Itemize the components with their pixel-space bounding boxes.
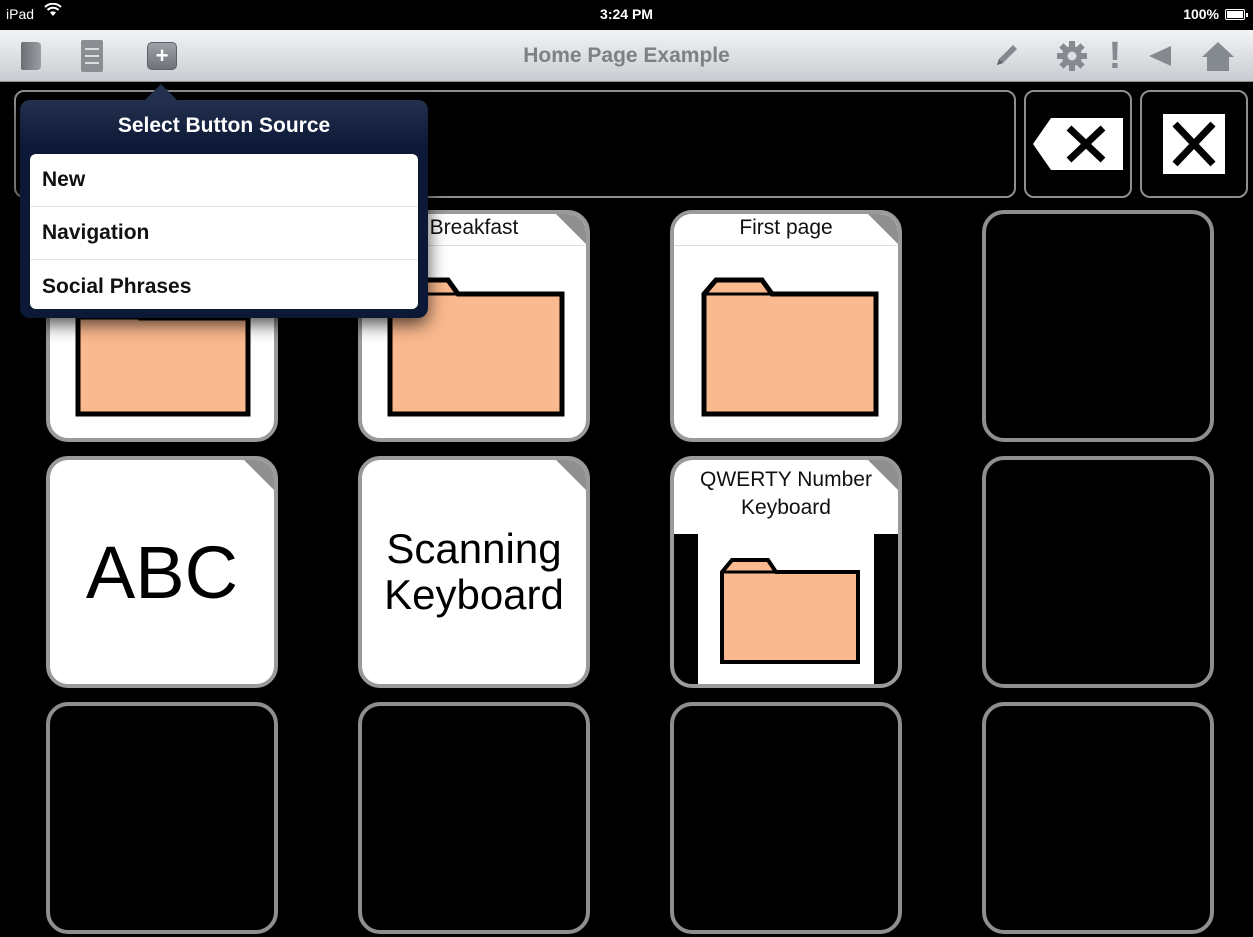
battery-percent: 100% <box>1183 6 1219 22</box>
grid-button-empty[interactable] <box>982 210 1214 442</box>
select-button-source-popover: Select Button Source New Navigation Soci… <box>20 84 428 318</box>
grid-button-label: QWERTY Number Keyboard <box>674 460 898 534</box>
gear-icon[interactable] <box>1052 38 1092 74</box>
battery-icon <box>1225 9 1248 20</box>
grid-button-scanning-keyboard[interactable]: Scanning Keyboard <box>358 456 590 688</box>
grid-button-label: ABC <box>85 530 239 614</box>
back-arrow-icon[interactable] <box>1140 38 1180 74</box>
corner-fold <box>868 214 898 244</box>
grid-button-empty[interactable] <box>46 702 278 934</box>
popover-title: Select Button Source <box>117 114 331 137</box>
folder-icon <box>700 276 880 418</box>
grid-button-label: First page <box>674 214 898 246</box>
corner-fold <box>868 460 898 490</box>
clear-button[interactable] <box>1140 90 1248 198</box>
status-bar: iPad 3:24 PM 100% <box>0 0 1253 30</box>
backspace-button[interactable] <box>1024 90 1132 198</box>
grid-button-empty[interactable] <box>982 456 1214 688</box>
corner-fold <box>244 460 274 490</box>
close-icon <box>1163 114 1225 174</box>
folder-icon <box>718 556 862 666</box>
corner-fold <box>556 460 586 490</box>
menu-item-navigation[interactable]: Navigation <box>30 207 418 260</box>
corner-fold <box>556 214 586 244</box>
menu-item-new[interactable]: New <box>30 154 418 207</box>
grid-button-empty[interactable] <box>982 702 1214 934</box>
grid-button-abc[interactable]: ABC <box>46 456 278 688</box>
grid-button-empty[interactable] <box>358 702 590 934</box>
toolbar: + Home Page Example ! <box>0 30 1253 82</box>
grid-button-empty[interactable] <box>670 702 902 934</box>
exclamation-icon[interactable]: ! <box>1100 35 1130 77</box>
pencil-icon[interactable] <box>986 38 1026 74</box>
home-icon[interactable] <box>1196 38 1240 74</box>
backspace-icon <box>1033 118 1123 170</box>
grid-button-qwerty-number-keyboard[interactable]: QWERTY Number Keyboard <box>670 456 902 688</box>
folder-icon <box>74 302 254 418</box>
popover-arrow <box>144 84 178 101</box>
menu-item-social-phrases[interactable]: Social Phrases <box>30 260 418 309</box>
clock: 3:24 PM <box>600 6 653 22</box>
popover-list: New Navigation Social Phrases <box>30 154 418 309</box>
grid-button-first-page[interactable]: First page <box>670 210 902 442</box>
grid-button-label: Scanning Keyboard <box>384 525 564 618</box>
